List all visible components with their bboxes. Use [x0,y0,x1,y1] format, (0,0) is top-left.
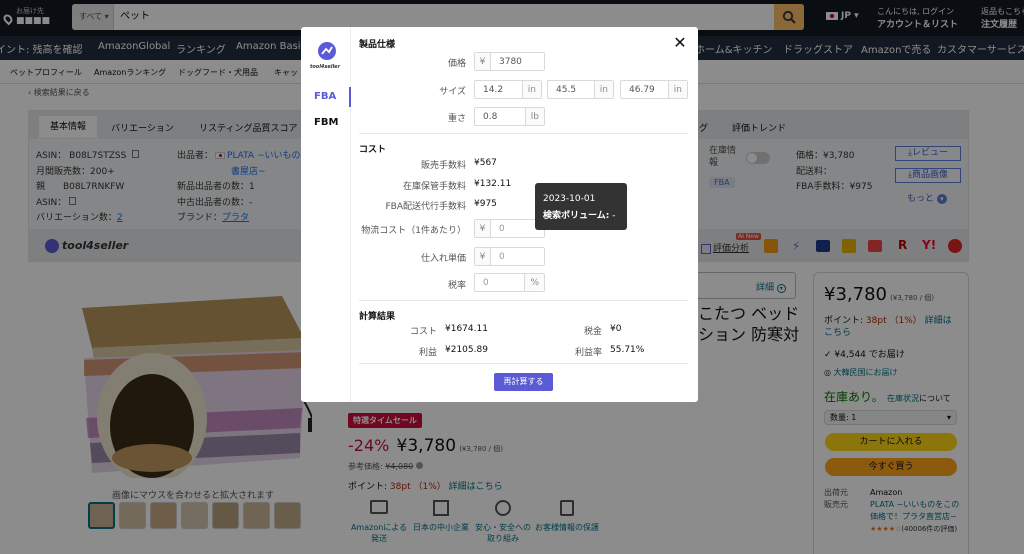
tab-fbm-label: FBM [314,117,339,128]
size-value-1: 14.2 [483,84,504,95]
tool4seller-icon [318,42,336,60]
size-unit: in [593,81,613,98]
price-field[interactable]: ¥3780 [474,52,545,71]
recalculate-button[interactable]: 再計算する [494,373,553,391]
margin-value: 55.71% [610,345,645,355]
purchase-price-label: 仕入れ単価 [420,254,466,264]
size-label: サイズ [439,87,466,97]
tax-result-label: 税金 [583,327,602,337]
storage-fee-value: ¥132.11 [474,179,512,189]
size-field-2[interactable]: 45.5 in [547,80,614,99]
tooltip-date: 2023-10-01 [543,194,596,204]
cost-result-label: コスト [409,327,437,337]
price-input-value: 3780 [499,56,522,67]
purchase-price-value: 0 [499,251,505,262]
modal-sidebar [301,27,351,402]
purchase-price-field[interactable]: ¥0 [474,247,545,266]
result-section-title: 計算結果 [359,312,396,322]
size-field-3[interactable]: 46.79 in [620,80,688,99]
tooltip-label: 検索ボリューム: [543,211,610,221]
yen-prefix: ¥ [475,248,491,265]
profit-value: ¥2105.89 [445,345,488,355]
sales-fee-label: 販売手数料 [420,161,466,171]
spec-section-title: 製品仕様 [359,40,396,50]
cost-result-value: ¥1674.11 [445,324,488,334]
tab-fba-label: FBA [314,91,337,102]
tab-fbm[interactable]: FBM [301,113,351,133]
yen-prefix: ¥ [475,220,491,237]
divider [359,300,688,301]
sales-fee-value: ¥567 [474,158,497,168]
recalculate-label: 再計算する [503,377,544,386]
margin-label: 利益率 [574,348,602,358]
weight-value: 0.8 [483,111,498,122]
cost-section-title: コスト [359,145,387,155]
weight-unit: lb [524,108,544,125]
size-unit: in [521,81,541,98]
tooltip-value: - [612,211,616,221]
size-value-3: 46.79 [629,84,655,95]
divider [359,363,688,364]
yen-prefix: ¥ [475,53,491,70]
percent-suffix: % [524,274,544,291]
fba-fee-value: ¥975 [474,199,497,209]
close-icon: ✕ [673,33,687,52]
tax-rate-label: 税率 [447,281,466,291]
close-button[interactable]: ✕ [672,35,688,51]
weight-field[interactable]: 0.8 lb [474,107,545,126]
size-unit: in [667,81,687,98]
weight-label: 重さ [447,114,466,124]
tool4seller-modal-logo-text: tool4seller [309,64,341,70]
tab-fba[interactable]: FBA [301,87,351,107]
size-field-1[interactable]: 14.2 in [474,80,542,99]
tax-rate-value: 0 [483,277,489,288]
divider [359,133,688,134]
fba-fee-label: FBA配送代行手数料 [385,202,466,212]
tax-rate-field[interactable]: 0% [474,273,545,292]
tool4seller-modal-logo: tool4seller [310,41,343,70]
profit-label: 利益 [418,348,437,358]
size-value-2: 45.5 [556,84,577,95]
logistics-cost-label: 物流コスト（1件あたり） [361,226,466,236]
tax-result-value: ¥0 [610,324,622,334]
storage-fee-label: 在庫保管手数料 [402,182,466,192]
price-label: 価格 [447,59,466,69]
search-volume-tooltip: 2023-10-01 検索ボリューム: - [535,183,627,230]
profit-calculator-modal: tool4seller FBA FBM ✕ 製品仕様 価格 ¥3780 サイズ … [301,27,698,402]
